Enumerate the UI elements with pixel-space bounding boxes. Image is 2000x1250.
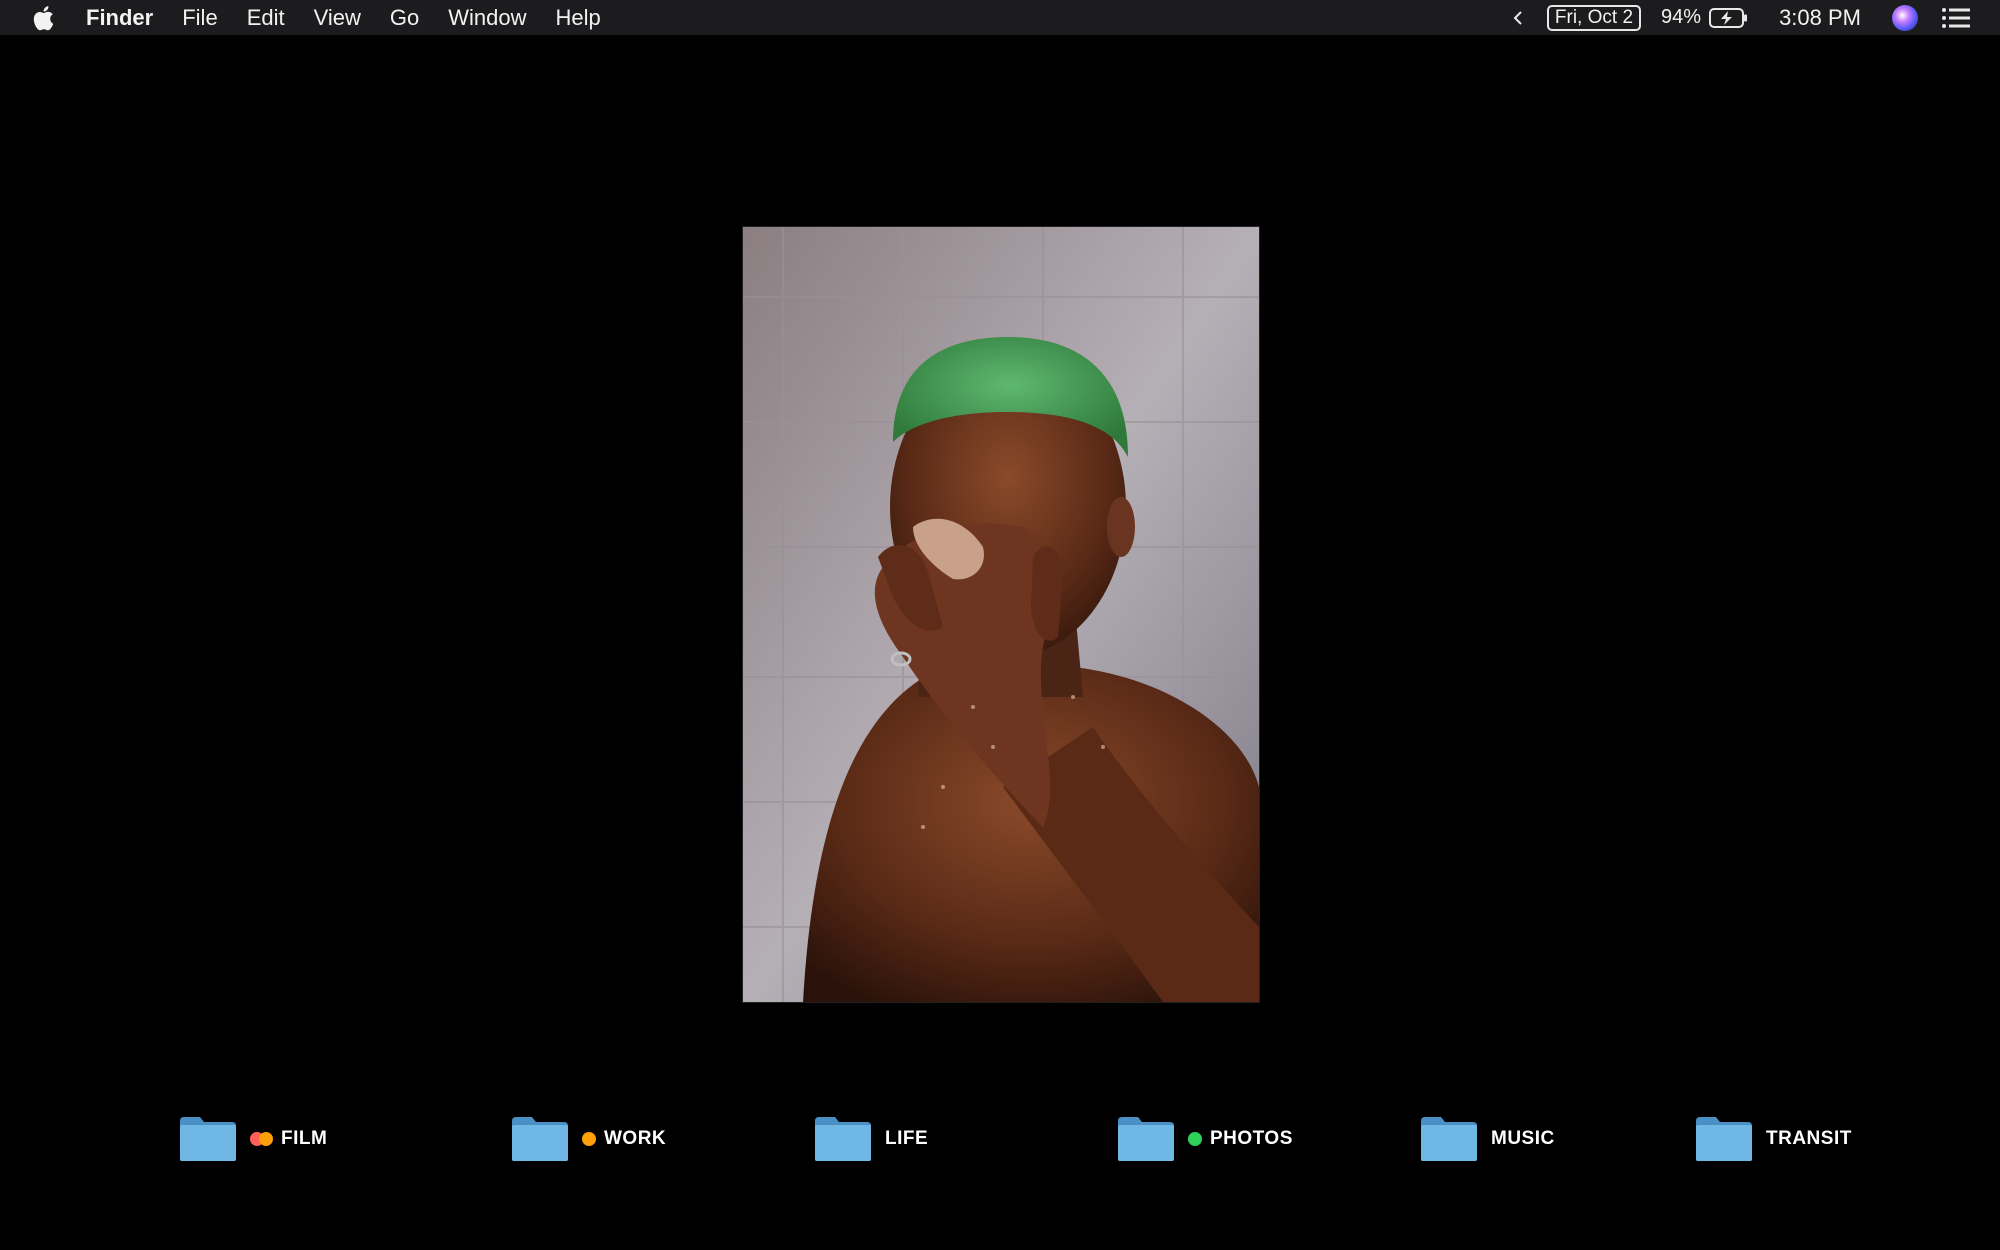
menu-bar-left: Finder File Edit View Go Window Help: [0, 0, 630, 35]
chevron-left-icon[interactable]: [1508, 0, 1528, 35]
battery-percentage[interactable]: 94%: [1661, 6, 1701, 29]
folder-label: FILM: [281, 1128, 328, 1149]
menu-view[interactable]: View: [314, 0, 361, 35]
green-tag-icon: [1188, 1132, 1202, 1146]
folder-photos[interactable]: PHOTOS: [1116, 1114, 1293, 1164]
folder-label: WORK: [604, 1128, 667, 1149]
folder-work[interactable]: WORK: [510, 1114, 666, 1164]
folder-film[interactable]: FILM: [178, 1114, 327, 1164]
color-tags: [582, 1132, 596, 1146]
clock[interactable]: 3:08 PM: [1779, 5, 1861, 31]
battery-charging-icon[interactable]: [1709, 7, 1749, 29]
menu-go[interactable]: Go: [390, 0, 419, 35]
folder-label: PHOTOS: [1210, 1128, 1293, 1149]
folder-label: LIFE: [885, 1128, 929, 1149]
folder-music[interactable]: MUSIC: [1419, 1114, 1555, 1164]
menu-app-name[interactable]: Finder: [86, 0, 153, 35]
menu-help[interactable]: Help: [556, 0, 601, 35]
menu-bar: Finder File Edit View Go Window Help Fri…: [0, 0, 2000, 35]
folder-icon: [180, 1117, 236, 1161]
folder-transit[interactable]: TRANSIT: [1694, 1114, 1852, 1164]
orange-tag-icon: [582, 1132, 596, 1146]
date-indicator[interactable]: Fri, Oct 2: [1546, 4, 1642, 31]
desktop-folders: FILM WORK LIFE PHOTOS MUSIC TRANSIT: [0, 1114, 2000, 1164]
apple-logo-icon[interactable]: [30, 4, 56, 32]
menu-window[interactable]: Window: [448, 0, 526, 35]
folder-icon: [815, 1117, 871, 1161]
folder-icon: [1421, 1117, 1477, 1161]
folder-icon: [1118, 1117, 1174, 1161]
notification-center-icon[interactable]: [1941, 7, 1971, 29]
orange-tag-icon: [259, 1132, 273, 1146]
menu-bar-right: Fri, Oct 2 94% 3:08 PM: [1508, 0, 2000, 35]
folder-label: MUSIC: [1491, 1128, 1555, 1149]
folder-icon: [512, 1117, 568, 1161]
folder-life[interactable]: LIFE: [813, 1114, 928, 1164]
siri-icon[interactable]: [1892, 4, 1918, 31]
color-tags: [1188, 1132, 1202, 1146]
menu-edit[interactable]: Edit: [247, 0, 285, 35]
folder-label: TRANSIT: [1766, 1128, 1852, 1149]
desktop-photo: [742, 226, 1260, 1003]
menu-file[interactable]: File: [182, 0, 217, 35]
color-tags: [250, 1132, 273, 1146]
folder-icon: [1696, 1117, 1752, 1161]
